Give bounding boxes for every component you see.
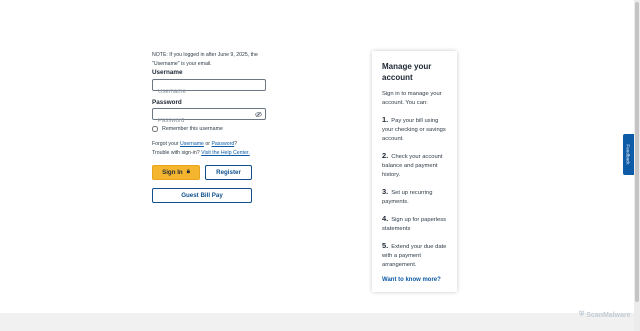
- card-step: 1. Pay your bill using your checking or s…: [382, 115, 447, 144]
- step-text: Extend your due date with a payment arra…: [382, 244, 447, 268]
- card-step: 4. Sign up for paperless statements: [382, 214, 447, 234]
- show-password-icon[interactable]: [255, 111, 262, 118]
- vertical-scrollbar[interactable]: [634, 0, 640, 331]
- footer-band: [0, 313, 634, 331]
- watermark-text: ScanMalware: [586, 311, 631, 319]
- step-number: 1.: [382, 115, 389, 124]
- step-text: Pay your bill using your checking or sav…: [382, 118, 446, 142]
- card-step: 5. Extend your due date with a payment ar…: [382, 241, 447, 270]
- password-input[interactable]: [153, 116, 265, 126]
- watermark: ⛨ ScanMalware: [579, 311, 631, 319]
- password-label: Password: [152, 99, 182, 106]
- card-step: 3. Set up recurring payments.: [382, 187, 447, 207]
- step-number: 5.: [382, 241, 389, 250]
- register-button[interactable]: Register: [205, 165, 252, 180]
- forgot-prefix: Forgot your: [152, 141, 179, 147]
- username-label: Username: [152, 69, 183, 76]
- forgot-or: or: [205, 141, 210, 147]
- shield-icon: ⛨: [579, 311, 585, 318]
- card-step: 2. Check your account balance and payment…: [382, 151, 447, 180]
- step-text: Check your account balance and payment h…: [382, 154, 443, 178]
- username-field[interactable]: [152, 79, 266, 97]
- step-number: 2.: [382, 151, 389, 160]
- trouble-prefix: Trouble with sign-in?: [152, 150, 200, 156]
- forgot-username-link[interactable]: Username: [180, 141, 204, 147]
- username-input[interactable]: [153, 87, 265, 97]
- scrollbar-thumb[interactable]: [635, 2, 639, 302]
- remember-username[interactable]: Remember this username: [152, 126, 223, 132]
- guest-bill-pay-button[interactable]: Guest Bill Pay: [152, 188, 252, 203]
- forgot-suffix: ?: [234, 141, 238, 147]
- forgot-password-link[interactable]: Password: [211, 141, 234, 147]
- step-text: Set up recurring payments.: [382, 190, 433, 205]
- manage-account-card: Manage your account Sign in to manage yo…: [372, 51, 457, 292]
- trouble-signin: Trouble with sign-in? Visit the Help Cen…: [152, 150, 250, 156]
- want-to-know-more-link[interactable]: Want to know more?: [382, 277, 447, 283]
- sign-in-label: Sign In: [162, 169, 183, 176]
- lock-icon: 🔒︎: [186, 169, 190, 175]
- forgot-credentials: Forgot your Username or Password?: [152, 141, 237, 147]
- step-number: 3.: [382, 187, 389, 196]
- login-note: NOTE: If you logged in after June 9, 202…: [152, 52, 258, 67]
- remember-label: Remember this username: [162, 126, 223, 132]
- sign-in-button[interactable]: Sign In 🔒︎: [152, 165, 200, 180]
- remember-checkbox[interactable]: [152, 126, 158, 132]
- card-intro: Sign in to manage your account. You can:: [382, 91, 442, 106]
- password-field[interactable]: [152, 108, 266, 126]
- feedback-label: Feedback: [626, 144, 631, 165]
- help-center-link[interactable]: Visit the Help Center.: [201, 150, 250, 156]
- card-title: Manage your account: [382, 62, 432, 82]
- step-text: Sign up for paperless statements: [382, 217, 447, 232]
- feedback-tab[interactable]: Feedback: [623, 134, 634, 175]
- step-number: 4.: [382, 214, 389, 223]
- page: NOTE: If you logged in after June 9, 202…: [0, 0, 634, 313]
